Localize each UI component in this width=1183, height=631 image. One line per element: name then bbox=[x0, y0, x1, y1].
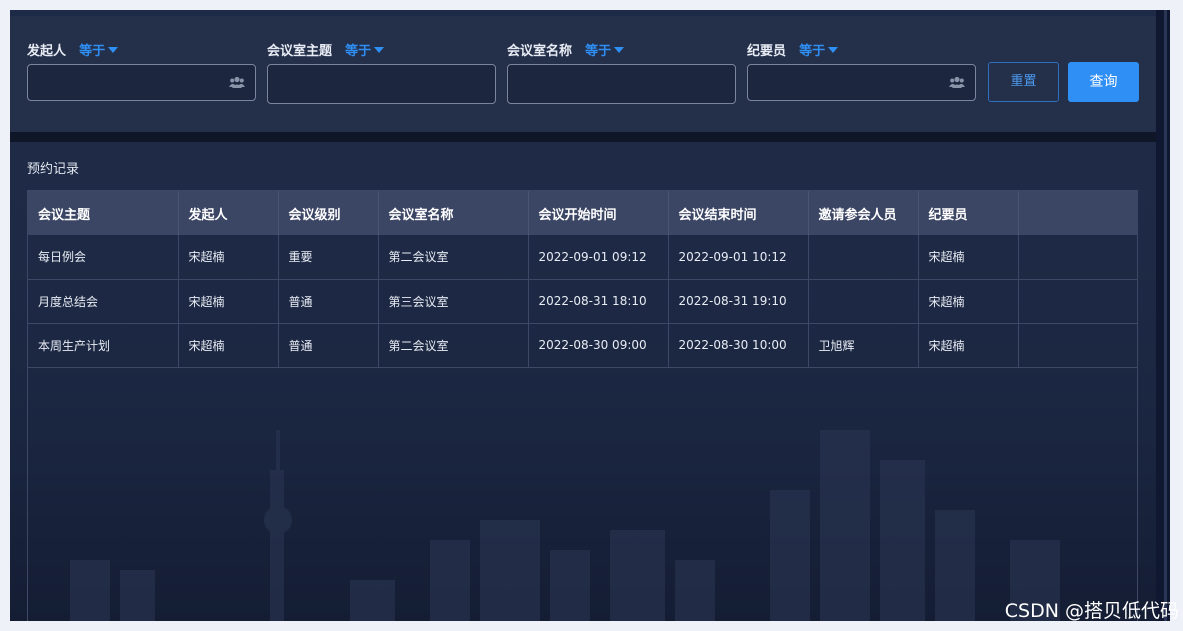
table-cell: 2022-08-30 09:00 bbox=[528, 323, 669, 367]
app-frame: 发起人 等于 会议室主题 等于 会议室名称 等于 纪要员 等于 重置 查询 预约… bbox=[10, 10, 1170, 621]
column-header bbox=[1018, 191, 1138, 235]
column-header[interactable]: 会议结束时间 bbox=[668, 191, 809, 235]
table-cell: 第二会议室 bbox=[378, 235, 529, 279]
table-header-row: 会议主题 发起人 会议级别 会议室名称 会议开始时间 会议结束时间 邀请参会人员… bbox=[28, 191, 1138, 235]
table-row[interactable]: 月度总结会 宋超楠 普通 第三会议室 2022-08-31 18:10 2022… bbox=[28, 279, 1138, 323]
filter-label: 会议室名称 bbox=[507, 44, 573, 59]
column-header[interactable]: 会议开始时间 bbox=[528, 191, 669, 235]
filter-label: 纪要员 bbox=[747, 44, 787, 59]
filter-divider bbox=[10, 132, 1156, 142]
column-header[interactable]: 发起人 bbox=[178, 191, 279, 235]
filter-initiator: 发起人 等于 bbox=[27, 40, 256, 101]
table-cell: 宋超楠 bbox=[918, 323, 1019, 367]
section-title: 预约记录 bbox=[27, 162, 80, 177]
table-cell: 2022-08-31 18:10 bbox=[528, 279, 669, 323]
caret-down-icon bbox=[108, 47, 119, 53]
table-row[interactable]: 每日例会 宋超楠 重要 第二会议室 2022-09-01 09:12 2022-… bbox=[28, 235, 1138, 279]
column-header[interactable]: 会议级别 bbox=[278, 191, 379, 235]
filter-operator-dropdown[interactable]: 等于 bbox=[345, 40, 385, 59]
column-header[interactable]: 邀请参会人员 bbox=[808, 191, 919, 235]
table-cell: 普通 bbox=[278, 323, 379, 367]
table-cell: 2022-09-01 10:12 bbox=[668, 235, 809, 279]
table-cell: 宋超楠 bbox=[918, 279, 1019, 323]
people-icon[interactable] bbox=[949, 76, 965, 88]
table-cell: 卫旭辉 bbox=[808, 323, 919, 367]
table-cell: 宋超楠 bbox=[178, 279, 279, 323]
table-cell bbox=[1018, 279, 1138, 323]
table-cell bbox=[1018, 323, 1138, 367]
table-cell: 宋超楠 bbox=[178, 323, 279, 367]
meeting-topic-input[interactable] bbox=[267, 64, 496, 104]
caret-down-icon bbox=[614, 47, 625, 53]
table-cell bbox=[808, 279, 919, 323]
table-cell: 2022-08-31 19:10 bbox=[668, 279, 809, 323]
table-cell: 宋超楠 bbox=[178, 235, 279, 279]
table-cell: 本周生产计划 bbox=[28, 323, 179, 367]
table-cell: 2022-08-30 10:00 bbox=[668, 323, 809, 367]
caret-down-icon bbox=[374, 47, 385, 53]
column-header[interactable]: 纪要员 bbox=[918, 191, 1019, 235]
table-cell: 月度总结会 bbox=[28, 279, 179, 323]
people-icon[interactable] bbox=[229, 76, 245, 88]
table-cell: 重要 bbox=[278, 235, 379, 279]
table-cell: 第三会议室 bbox=[378, 279, 529, 323]
filter-operator-dropdown[interactable]: 等于 bbox=[799, 40, 839, 59]
filter-operator-dropdown[interactable]: 等于 bbox=[585, 40, 625, 59]
table-cell: 每日例会 bbox=[28, 235, 179, 279]
filter-meeting-topic: 会议室主题 等于 bbox=[267, 40, 496, 104]
caret-down-icon bbox=[828, 47, 839, 53]
note-taker-input[interactable] bbox=[747, 64, 976, 101]
initiator-input[interactable] bbox=[27, 64, 256, 101]
column-header[interactable]: 会议室名称 bbox=[378, 191, 529, 235]
table-cell bbox=[808, 235, 919, 279]
table-cell: 第二会议室 bbox=[378, 323, 529, 367]
table-row[interactable]: 本周生产计划 宋超楠 普通 第二会议室 2022-08-30 09:00 202… bbox=[28, 323, 1138, 367]
filter-note-taker: 纪要员 等于 bbox=[747, 40, 976, 101]
column-header[interactable]: 会议主题 bbox=[28, 191, 179, 235]
table-cell: 普通 bbox=[278, 279, 379, 323]
watermark: CSDN @搭贝低代码 bbox=[1004, 600, 1179, 622]
table-cell bbox=[1018, 235, 1138, 279]
filter-room-name: 会议室名称 等于 bbox=[507, 40, 736, 104]
table-cell: 2022-09-01 09:12 bbox=[528, 235, 669, 279]
scrollbar-track[interactable] bbox=[1156, 10, 1170, 621]
filter-operator-dropdown[interactable]: 等于 bbox=[79, 40, 119, 59]
reservation-table: 会议主题 发起人 会议级别 会议室名称 会议开始时间 会议结束时间 邀请参会人员… bbox=[27, 190, 1138, 621]
table-cell: 宋超楠 bbox=[918, 235, 1019, 279]
filter-label: 发起人 bbox=[27, 44, 67, 59]
filter-label: 会议室主题 bbox=[267, 44, 333, 59]
reset-button[interactable]: 重置 bbox=[988, 62, 1059, 102]
room-name-input[interactable] bbox=[507, 64, 736, 104]
query-button[interactable]: 查询 bbox=[1068, 62, 1139, 102]
